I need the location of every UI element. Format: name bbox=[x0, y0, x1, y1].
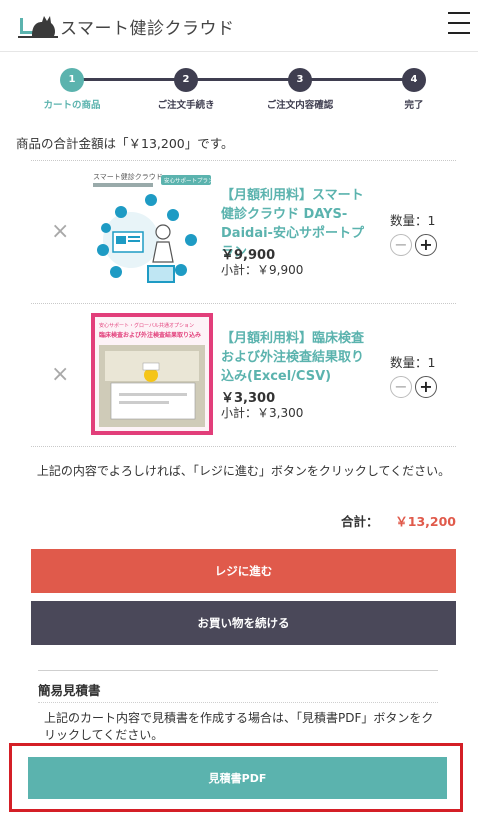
divider bbox=[38, 702, 438, 703]
estimate-note: 上記のカート内容で見積書を作成する場合は、「見積書PDF」ボタンをクリックしてく… bbox=[44, 711, 434, 742]
step-number: 1 bbox=[60, 68, 84, 92]
quantity-minus-button[interactable]: − bbox=[390, 234, 412, 256]
cart-summary: 商品の合計金額は「￥13,200」です。 bbox=[16, 136, 234, 151]
checkout-button[interactable]: レジに進む bbox=[31, 549, 456, 593]
estimate-pdf-button[interactable]: 見積書PDF bbox=[28, 757, 447, 799]
quantity-plus-button[interactable]: + bbox=[415, 376, 437, 398]
product-name-link[interactable]: 【月額利用料】臨床検査および外注検査結果取り込み(Excel/CSV) bbox=[221, 329, 371, 386]
total-value: ￥13,200 bbox=[395, 514, 456, 529]
site-header: スマート健診クラウド bbox=[0, 0, 478, 52]
divider bbox=[31, 303, 456, 304]
product-subtotal: 小計：￥3,300 bbox=[221, 406, 304, 420]
total-label: 合計： bbox=[341, 514, 379, 529]
step-label: ご注文内容確認 bbox=[266, 100, 334, 111]
quantity-minus-button[interactable]: − bbox=[390, 376, 412, 398]
product-image[interactable]: 安心サポート・グローバル共通オプション 臨床検査および外注検査結果取り込み bbox=[91, 313, 213, 435]
product-subtotal: 小計：￥9,900 bbox=[221, 263, 304, 277]
thumb-caption: 臨床検査および外注検査結果取り込み bbox=[99, 331, 201, 339]
step-label: 完了 bbox=[404, 100, 424, 111]
cat-logo-icon bbox=[18, 12, 58, 40]
thumb-caption: 安心サポート・グローバル共通オプション bbox=[99, 322, 194, 329]
quantity-label: 数量：1 bbox=[390, 213, 436, 228]
cart-item: × 安心サポート・グローバル共通オプション 臨床検査および外注検査結果取り込み … bbox=[31, 309, 456, 445]
quantity-plus-button[interactable]: + bbox=[415, 234, 437, 256]
continue-shopping-button[interactable]: お買い物を続ける bbox=[31, 601, 456, 645]
quantity-label: 数量：1 bbox=[390, 355, 436, 370]
estimate-title: 簡易見積書 bbox=[38, 683, 101, 698]
divider bbox=[31, 446, 456, 447]
step-confirm: 3 ご注文内容確認 bbox=[240, 68, 360, 111]
checkout-note: 上記の内容でよろしければ、「レジに進む」ボタンをクリックしてください。 bbox=[36, 464, 451, 478]
step-complete: 4 完了 bbox=[354, 68, 474, 111]
step-order: 2 ご注文手続き bbox=[126, 68, 246, 111]
site-logo[interactable]: スマート健診クラウド bbox=[18, 12, 235, 40]
step-number: 4 bbox=[402, 68, 426, 92]
step-number: 2 bbox=[174, 68, 198, 92]
step-label: ご注文手続き bbox=[157, 100, 215, 111]
step-cart: 1 カートの商品 bbox=[12, 68, 132, 111]
remove-item-icon[interactable]: × bbox=[51, 364, 69, 386]
product-image[interactable]: スマート健診クラウド 安心サポートプラン bbox=[91, 170, 213, 292]
step-number: 3 bbox=[288, 68, 312, 92]
thumb-brand: スマート健診クラウド bbox=[93, 172, 163, 181]
divider bbox=[31, 160, 456, 161]
step-label: カートの商品 bbox=[43, 100, 101, 111]
cart-item: × スマート健診クラウド 安心サポートプラン 【月額利用料】スマート健診クラウド… bbox=[31, 166, 456, 302]
remove-item-icon[interactable]: × bbox=[51, 221, 69, 243]
logo-text: スマート健診クラウド bbox=[60, 18, 235, 39]
hamburger-menu-icon[interactable] bbox=[448, 12, 470, 34]
divider bbox=[38, 670, 438, 671]
checkout-steps: 1 カートの商品 2 ご注文手続き 3 ご注文内容確認 4 完了 bbox=[0, 64, 478, 114]
thumb-badge: 安心サポートプラン bbox=[164, 177, 213, 185]
